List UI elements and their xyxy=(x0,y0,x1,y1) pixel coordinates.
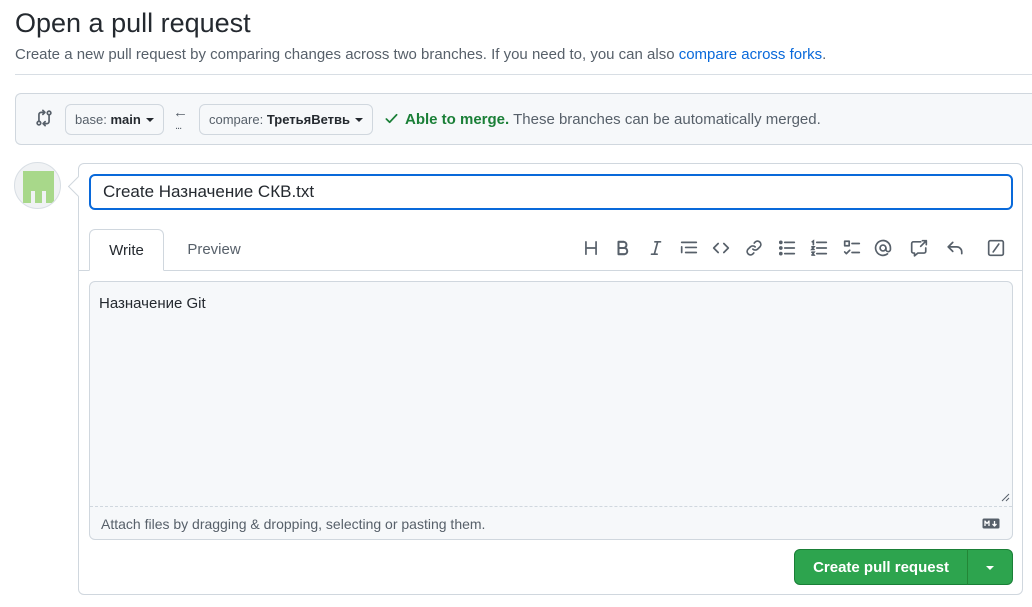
code-icon[interactable] xyxy=(709,236,733,260)
heading-icon[interactable] xyxy=(579,236,603,260)
chevron-down-icon xyxy=(145,118,154,122)
base-prefix: base: xyxy=(75,112,107,127)
merge-message: These branches can be automatically merg… xyxy=(513,111,821,128)
bold-icon[interactable] xyxy=(611,236,635,260)
ordered-list-icon[interactable] xyxy=(807,236,831,260)
pr-body-editor[interactable]: Назначение Git Attach files by dragging … xyxy=(89,281,1013,540)
cross-reference-icon[interactable] xyxy=(907,236,931,260)
tabs-divider xyxy=(79,270,1022,271)
base-branch-button[interactable]: base: main xyxy=(65,104,164,135)
header-divider xyxy=(15,74,1032,75)
create-pull-request-button[interactable]: Create pull request xyxy=(794,549,968,585)
compare-forks-link[interactable]: compare across forks xyxy=(679,46,822,63)
compare-branch-name: ТретьяВетвь xyxy=(266,112,351,127)
mention-icon[interactable] xyxy=(871,236,895,260)
page-title: Open a pull request xyxy=(15,8,251,38)
subtitle-suffix: . xyxy=(822,46,827,63)
compare-prefix: compare: xyxy=(209,112,264,127)
slash-command-icon[interactable] xyxy=(984,236,1008,260)
base-branch-name: main xyxy=(110,112,141,127)
task-list-icon[interactable] xyxy=(840,236,864,260)
quote-icon[interactable] xyxy=(677,236,701,260)
tab-write[interactable]: Write xyxy=(89,229,164,271)
chevron-down-icon xyxy=(986,566,994,570)
subtitle-text: Create a new pull request by comparing c… xyxy=(15,46,675,63)
identicon-icon xyxy=(23,171,54,203)
check-icon xyxy=(385,113,398,124)
tab-preview[interactable]: Preview xyxy=(174,229,254,271)
pull-request-form: Write Preview xyxy=(78,163,1023,595)
merge-status: Able to merge. These branches can be aut… xyxy=(384,110,821,130)
unordered-list-icon[interactable] xyxy=(775,236,799,260)
branch-range-editor: base: main ← ... compare: ТретьяВетвь Ab… xyxy=(15,93,1032,145)
resize-handle-icon[interactable] xyxy=(1000,492,1010,502)
italic-icon[interactable] xyxy=(644,236,668,260)
range-dots: ... xyxy=(175,120,182,132)
attach-files-bar[interactable]: Attach files by dragging & dropping, sel… xyxy=(90,506,1012,540)
link-icon[interactable] xyxy=(742,236,766,260)
markdown-icon[interactable] xyxy=(982,518,1000,529)
reply-icon[interactable] xyxy=(943,236,967,260)
compare-branch-button[interactable]: compare: ТретьяВетвь xyxy=(199,104,374,135)
pr-body-text[interactable]: Назначение Git xyxy=(99,294,206,314)
chevron-down-icon xyxy=(355,118,364,122)
arrow-left-icon: ← xyxy=(173,104,188,121)
pr-title-input[interactable] xyxy=(89,174,1013,210)
git-compare-icon xyxy=(36,109,52,127)
attach-hint: Attach files by dragging & dropping, sel… xyxy=(101,516,486,532)
page-subtitle: Create a new pull request by comparing c… xyxy=(15,45,826,65)
merge-ok-text: Able to merge. xyxy=(405,111,510,128)
create-options-dropdown[interactable] xyxy=(967,549,1013,585)
avatar[interactable] xyxy=(14,162,61,209)
